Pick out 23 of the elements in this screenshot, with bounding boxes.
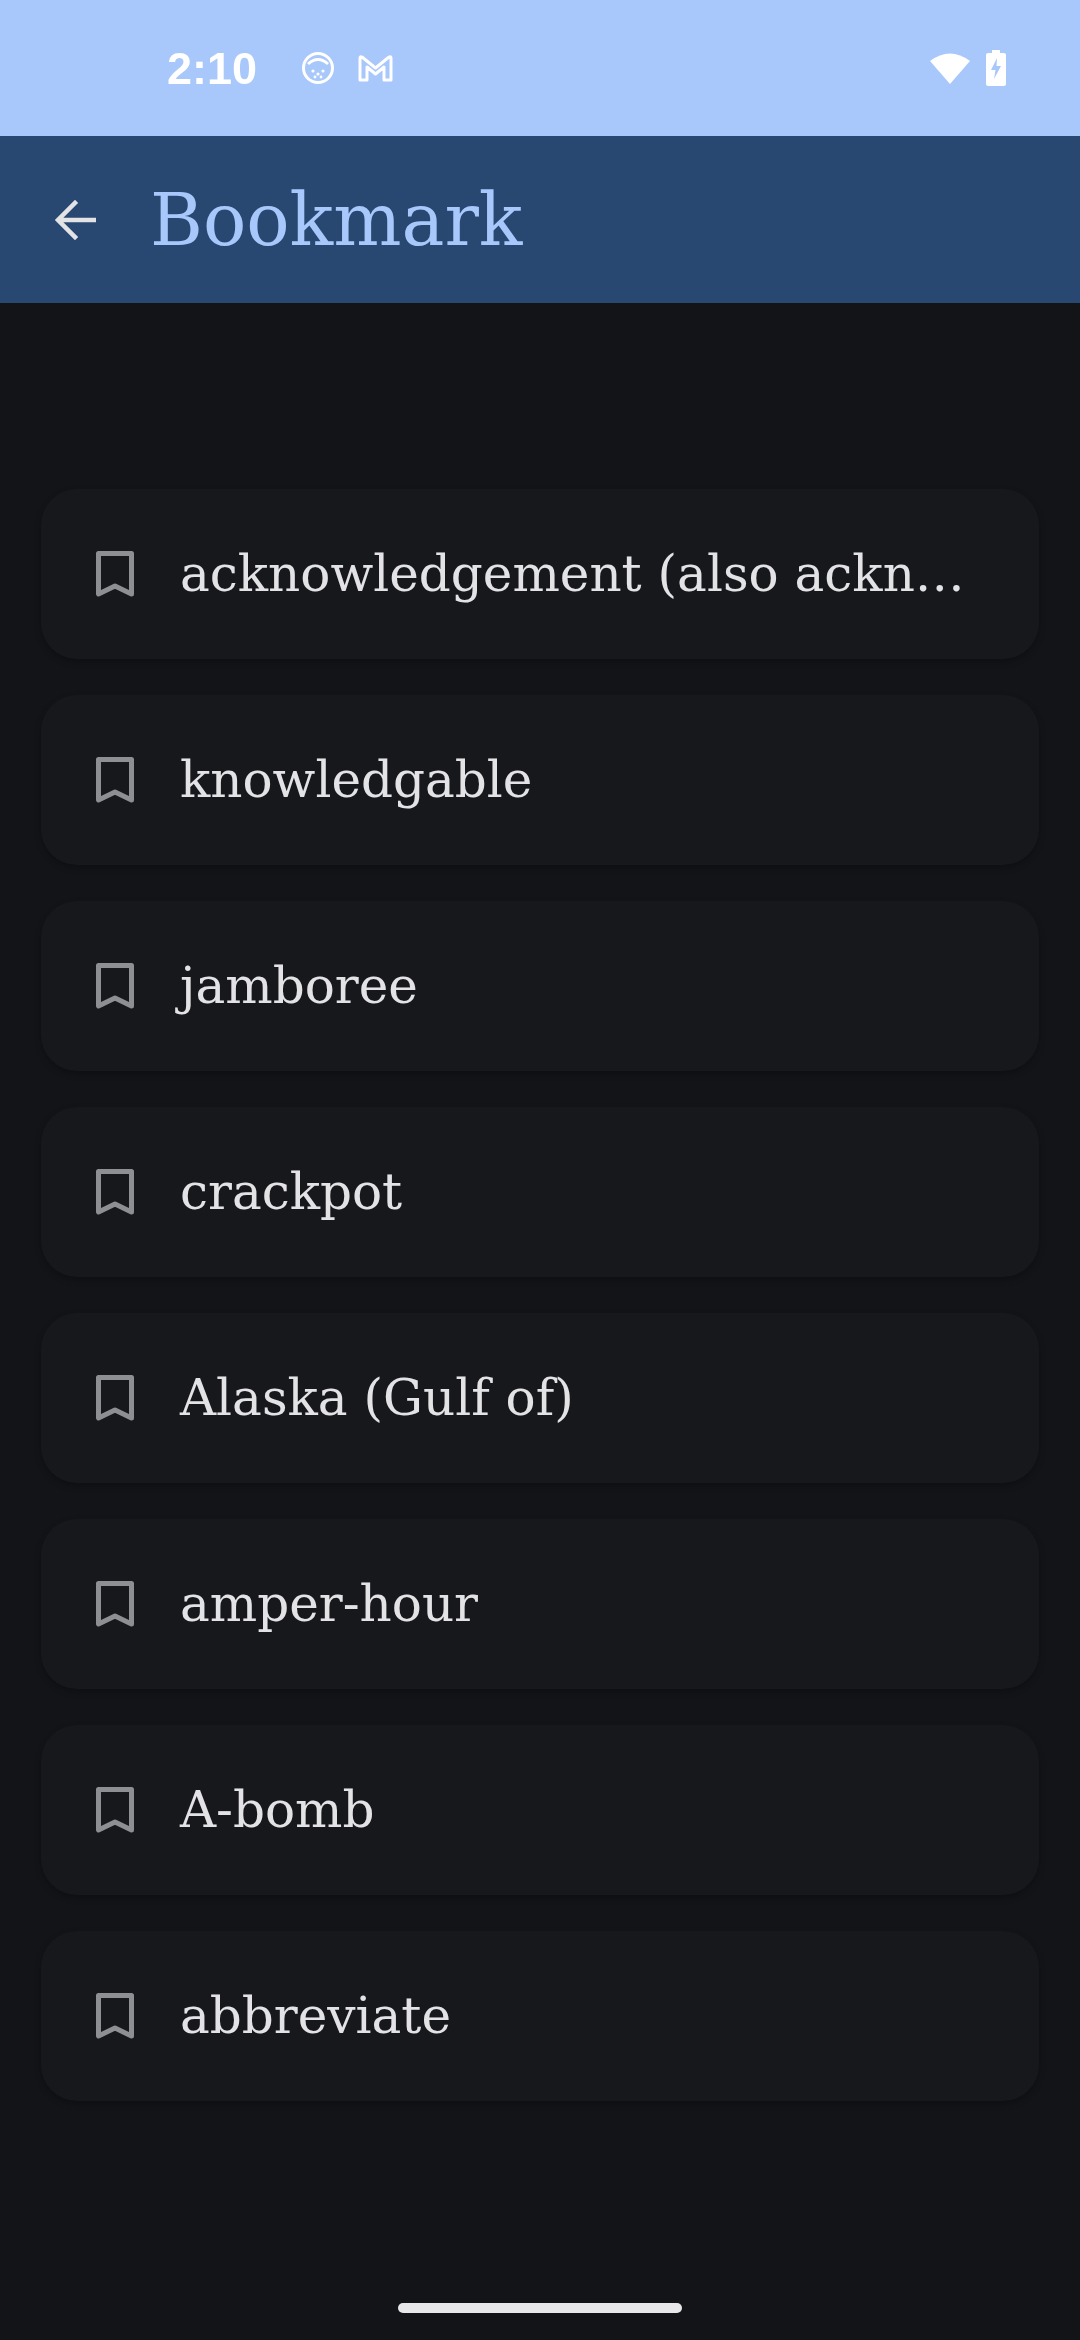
letter-m-icon (357, 53, 395, 83)
bookmark-item[interactable]: amper-hour (41, 1519, 1039, 1689)
bookmark-item[interactable]: A-bomb (41, 1725, 1039, 1895)
bookmark-icon (96, 1169, 134, 1215)
bookmark-item[interactable]: abbreviate (41, 1931, 1039, 2101)
bookmark-item[interactable]: crackpot (41, 1107, 1039, 1277)
bookmark-icon (96, 1993, 134, 2039)
back-arrow-icon[interactable] (54, 198, 96, 241)
bookmark-icon (96, 1581, 134, 1627)
battery-charging-icon (986, 50, 1006, 86)
bookmark-item[interactable]: jamboree (41, 901, 1039, 1071)
face-icon (301, 51, 336, 85)
bookmark-item[interactable]: knowledgable (41, 695, 1039, 865)
bookmark-icon (96, 963, 134, 1009)
bookmark-icon (96, 1787, 134, 1833)
bookmark-icon (96, 757, 134, 803)
status-time: 2:10 (167, 45, 258, 91)
bookmark-icon (96, 1375, 134, 1421)
bookmark-item[interactable]: acknowledgement (also ackn… (41, 489, 1039, 659)
screen-title: Bookmark (150, 183, 523, 256)
bookmark-item[interactable]: Alaska (Gulf of) (41, 1313, 1039, 1483)
wifi-icon (930, 52, 970, 84)
bookmark-icon (96, 551, 134, 597)
